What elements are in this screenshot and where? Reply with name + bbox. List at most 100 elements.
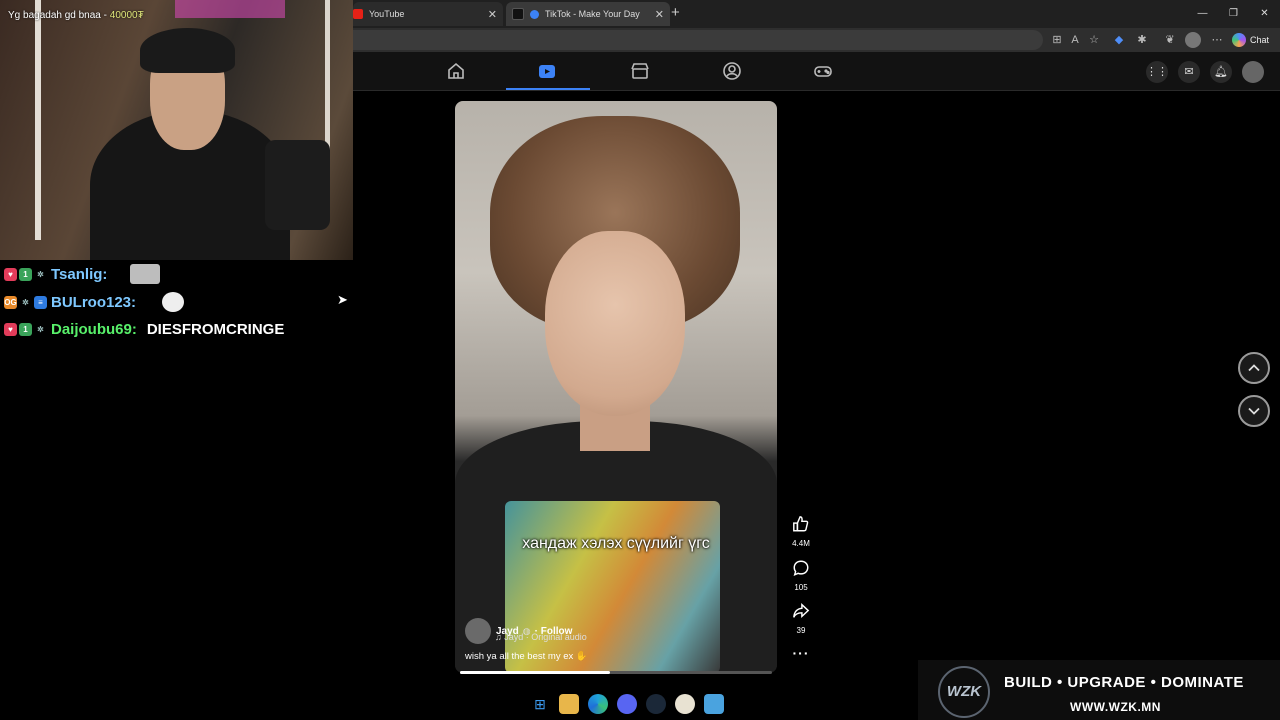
watch-video-icon[interactable] [537, 61, 559, 81]
tab-youtube[interactable]: YouTube ✕ [353, 2, 503, 26]
discord-icon[interactable] [617, 694, 637, 714]
mod-badge-icon: ✲ [22, 297, 29, 307]
mod-badge-icon: ✲ [37, 324, 44, 334]
description-text: wish ya all the best my ex [465, 651, 574, 662]
chat-username: Tsanlig: [51, 265, 108, 283]
profile-avatar-icon[interactable] [1185, 32, 1201, 48]
minimize-icon[interactable]: — [1187, 0, 1218, 28]
apps-menu-icon[interactable]: ⋮⋮ [1146, 61, 1168, 83]
share-icon [793, 603, 810, 619]
edge-browser-icon[interactable] [588, 694, 608, 714]
account-avatar[interactable] [1242, 61, 1264, 83]
chat-label: Chat [1250, 35, 1270, 45]
sponsor-banner: WZK BUILD • UPGRADE • DOMINATE WWW.WZK.M… [918, 660, 1280, 720]
windows-taskbar: ⊞ [530, 688, 780, 720]
emote-image [130, 264, 160, 284]
audio-label: Jayd · Original audio [504, 632, 587, 642]
comment-count: 105 [794, 583, 808, 592]
file-explorer-icon[interactable] [559, 694, 579, 714]
webcam-overlay: Yg bagadah gd bnaa - 40000₮ [0, 0, 353, 260]
windows-start-icon[interactable]: ⊞ [530, 694, 550, 714]
heart-badge-icon: ♥ [4, 322, 17, 336]
thumbs-up-icon [793, 516, 809, 532]
notepad-icon[interactable] [704, 694, 724, 714]
chat-message: ♥ 1 ✲ Tsanlig: [4, 262, 160, 286]
light-strip-left [35, 0, 41, 240]
chevron-down-icon [1248, 407, 1260, 415]
share-button[interactable]: 39 [786, 602, 816, 635]
tier-badge-icon: 1 [19, 267, 32, 281]
donation-text: Yg bagadah gd bnaa - [8, 10, 107, 21]
notifications-bell-icon[interactable]: 🔔︎ [1210, 61, 1232, 83]
extension-icon[interactable]: ◆ [1111, 32, 1127, 48]
audio-info[interactable]: ♫ Jayd · Original audio [495, 632, 587, 642]
banner-slogan: BUILD • UPGRADE • DOMINATE [1004, 674, 1244, 691]
comment-button[interactable]: 105 [786, 559, 816, 592]
favorite-star-icon[interactable]: ☆ [1086, 32, 1102, 48]
share-count: 39 [796, 626, 806, 635]
gaming-icon[interactable] [813, 61, 835, 81]
comment-icon [793, 560, 809, 576]
tier-badge-icon: 1 [19, 322, 32, 336]
banner-url: WWW.WZK.MN [1070, 700, 1161, 714]
video-shirt-print [505, 501, 720, 673]
donation-amount: 40000₮ [109, 10, 144, 21]
video-progress-bar[interactable] [460, 671, 772, 674]
close-window-icon[interactable]: ✕ [1249, 0, 1280, 28]
wzk-logo: WZK [938, 666, 990, 718]
steam-icon[interactable] [646, 694, 666, 714]
tab-label: TikTok - Make Your Day [545, 9, 640, 19]
more-menu-icon[interactable]: ⋯ [1209, 32, 1225, 48]
tiktok-icon [512, 8, 524, 20]
window-controls: — ❐ ✕ [1187, 0, 1280, 28]
tab-tiktok[interactable]: TikTok - Make Your Day ✕ [506, 2, 670, 26]
mouse-cursor-icon: ➤ [337, 292, 348, 307]
close-tab-icon[interactable]: ✕ [482, 8, 503, 21]
restore-icon[interactable]: ❐ [1218, 0, 1249, 28]
copilot-icon [1232, 33, 1246, 47]
video-caption: хандаж хэлэх сүүлийг үгс [522, 535, 710, 552]
close-tab-icon[interactable]: ✕ [649, 8, 670, 21]
copilot-chat-button[interactable]: Chat [1232, 31, 1269, 49]
new-tab-button[interactable]: + [671, 4, 680, 21]
video-progress-fill [460, 671, 610, 674]
video-face [545, 231, 685, 416]
chat-username: BULroo123: [51, 293, 137, 311]
heart-badge-icon: ♥ [4, 267, 17, 281]
neon-light [175, 0, 285, 18]
url-field[interactable] [353, 30, 1043, 50]
chat-text: DIESFROMCRINGE [146, 320, 285, 338]
read-aloud-icon[interactable]: A [1067, 32, 1083, 48]
like-button[interactable]: 4.4M [786, 515, 816, 548]
og-badge-icon: OG [4, 295, 17, 309]
donation-alert: Yg bagadah gd bnaa - 40000₮ [8, 10, 144, 21]
messenger-icon[interactable]: ✉ [1178, 61, 1200, 83]
mod-badge-icon: ✲ [37, 269, 44, 279]
split-screen-icon[interactable]: ⊞ [1049, 32, 1065, 48]
youtube-icon [353, 9, 363, 19]
marketplace-icon[interactable] [630, 61, 652, 81]
video-player[interactable]: хандаж хэлэх сүүлийг үгс Jayd ◍ · Follow… [455, 101, 777, 673]
emote-image [162, 292, 184, 312]
favorites-icon[interactable]: ❦ [1162, 32, 1178, 48]
video-description: wish ya all the best my ex ✋ [465, 651, 588, 662]
author-avatar[interactable] [465, 618, 491, 644]
chevron-up-icon [1248, 364, 1260, 372]
previous-video-button[interactable] [1238, 352, 1270, 384]
home-icon[interactable] [446, 61, 468, 81]
next-video-button[interactable] [1238, 395, 1270, 427]
groups-icon[interactable] [722, 61, 744, 81]
music-note-icon: ♫ [495, 632, 505, 642]
hand-emoji-icon: ✋ [575, 651, 588, 662]
more-options-icon[interactable]: ··· [786, 645, 816, 661]
like-count: 4.4M [792, 539, 810, 548]
chat-username: Daijoubu69: [51, 320, 137, 338]
app-icon[interactable] [675, 694, 695, 714]
audio-indicator-icon [530, 9, 539, 19]
active-tab-indicator [506, 88, 590, 90]
tab-label: YouTube [369, 9, 405, 19]
extensions-puzzle-icon[interactable]: ✱ [1134, 32, 1150, 48]
streamer-hair [140, 28, 235, 73]
microphone [265, 140, 330, 230]
chat-message: OG ✲ ≡ BULroo123: [4, 290, 184, 314]
